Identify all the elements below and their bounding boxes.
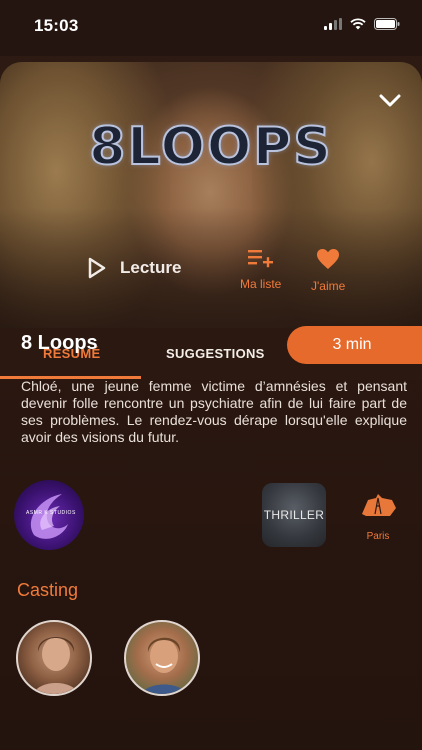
- my-list-button[interactable]: Ma liste: [240, 248, 281, 291]
- play-icon: [88, 257, 106, 279]
- hero-banner: 8LOOPS Lecture Ma liste J'aime: [0, 62, 422, 328]
- location-label: Paris: [366, 531, 390, 542]
- cast-avatar[interactable]: [16, 620, 92, 696]
- status-time: 15:03: [34, 16, 79, 35]
- like-button[interactable]: J'aime: [311, 248, 345, 293]
- chevron-down-icon[interactable]: [378, 90, 402, 110]
- movie-logo: 8LOOPS: [88, 116, 333, 178]
- studio-logo[interactable]: ASMR K STUDIOS: [14, 480, 84, 550]
- synopsis: Chloé, une jeune femme victime d’amnésie…: [21, 378, 407, 445]
- like-label: J'aime: [311, 279, 346, 293]
- genre-tile[interactable]: THRILLER: [262, 483, 326, 547]
- playlist-add-icon: [247, 250, 273, 268]
- cellular-signal-icon: [324, 18, 342, 30]
- studio-label: ASMR K STUDIOS: [26, 510, 76, 516]
- play-label: Lecture: [120, 258, 182, 277]
- duration-badge: 3 min: [287, 326, 422, 364]
- battery-icon: [374, 18, 400, 30]
- heart-icon: [317, 249, 340, 269]
- my-list-label: Ma liste: [240, 277, 282, 291]
- genre-label: THRILLER: [263, 508, 325, 522]
- status-bar: 15:03: [0, 0, 422, 56]
- play-button[interactable]: Lecture: [86, 256, 181, 280]
- cast-avatar[interactable]: [124, 620, 200, 696]
- eiffel-tower-icon: [362, 494, 396, 516]
- movie-title: 8 Loops: [21, 332, 98, 354]
- status-icons: [324, 18, 400, 30]
- wifi-icon: [350, 18, 366, 30]
- tab-suggestions[interactable]: SUGGESTIONS: [166, 346, 265, 361]
- location-tag[interactable]: Paris: [356, 492, 400, 542]
- casting-heading: Casting: [17, 580, 79, 600]
